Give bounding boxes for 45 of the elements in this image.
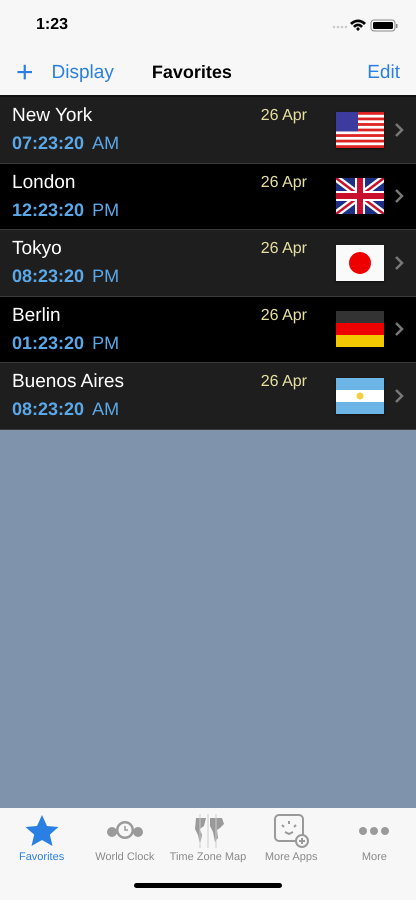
chevron-icon (394, 321, 404, 338)
more-icon (359, 827, 390, 835)
city-row[interactable]: Buenos Aires 08:23:20 AM 26 Apr (0, 363, 416, 430)
city-name: Buenos Aires (12, 371, 125, 394)
city-name: Berlin (12, 304, 62, 327)
status-time: 1:23 (36, 16, 68, 34)
signal-icon (332, 26, 348, 28)
chevron-icon (394, 122, 404, 138)
city-date: 26 Apr (260, 174, 307, 192)
city-time: 01:23:20 PM (12, 332, 120, 354)
flag-icon (336, 244, 384, 281)
apps-icon (271, 814, 312, 848)
city-name: New York (12, 105, 94, 128)
edit-button[interactable]: Edit (367, 63, 400, 82)
city-time: 07:23:20 AM (12, 133, 120, 154)
city-date: 26 Apr (260, 107, 307, 125)
battery-icon (370, 20, 398, 32)
chevron-icon (394, 254, 404, 271)
city-time: 08:23:20 PM (12, 266, 120, 288)
city-time: 08:23:20 AM (12, 399, 120, 420)
city-time: 12:23:20 PM (12, 200, 120, 221)
chevron-icon (394, 388, 404, 404)
tab-bar-item[interactable]: Favorites (0, 814, 84, 863)
city-date: 26 Apr (260, 240, 307, 258)
display-button[interactable]: Display (52, 63, 114, 82)
city-date: 26 Apr (260, 306, 307, 324)
city-row[interactable]: Tokyo 08:23:20 PM 26 Apr (0, 230, 416, 296)
city-date: 26 Apr (260, 373, 307, 391)
tab-bar-item[interactable]: World Clock (83, 814, 166, 863)
tab-bar-item[interactable]: More (332, 814, 416, 863)
flag-icon (336, 378, 384, 414)
flag-icon (336, 178, 384, 214)
tab-bar-item[interactable]: Time Zone Map (166, 814, 250, 863)
chevron-icon (394, 188, 404, 204)
city-row[interactable]: Berlin 01:23:20 PM 26 Apr (0, 296, 416, 363)
nav-title: Favorites (152, 62, 232, 83)
city-name: London (12, 172, 76, 194)
tab-bar-item[interactable]: More Apps (250, 814, 333, 863)
flag-icon (336, 112, 384, 148)
wifi-icon (350, 20, 366, 31)
city-row[interactable]: New York 07:23:20 AM 26 Apr (0, 97, 416, 164)
flag-icon (336, 311, 384, 348)
city-name: Tokyo (12, 238, 63, 260)
add-button[interactable]: + (16, 58, 34, 88)
city-row[interactable]: London 12:23:20 PM 26 Apr (0, 164, 416, 230)
